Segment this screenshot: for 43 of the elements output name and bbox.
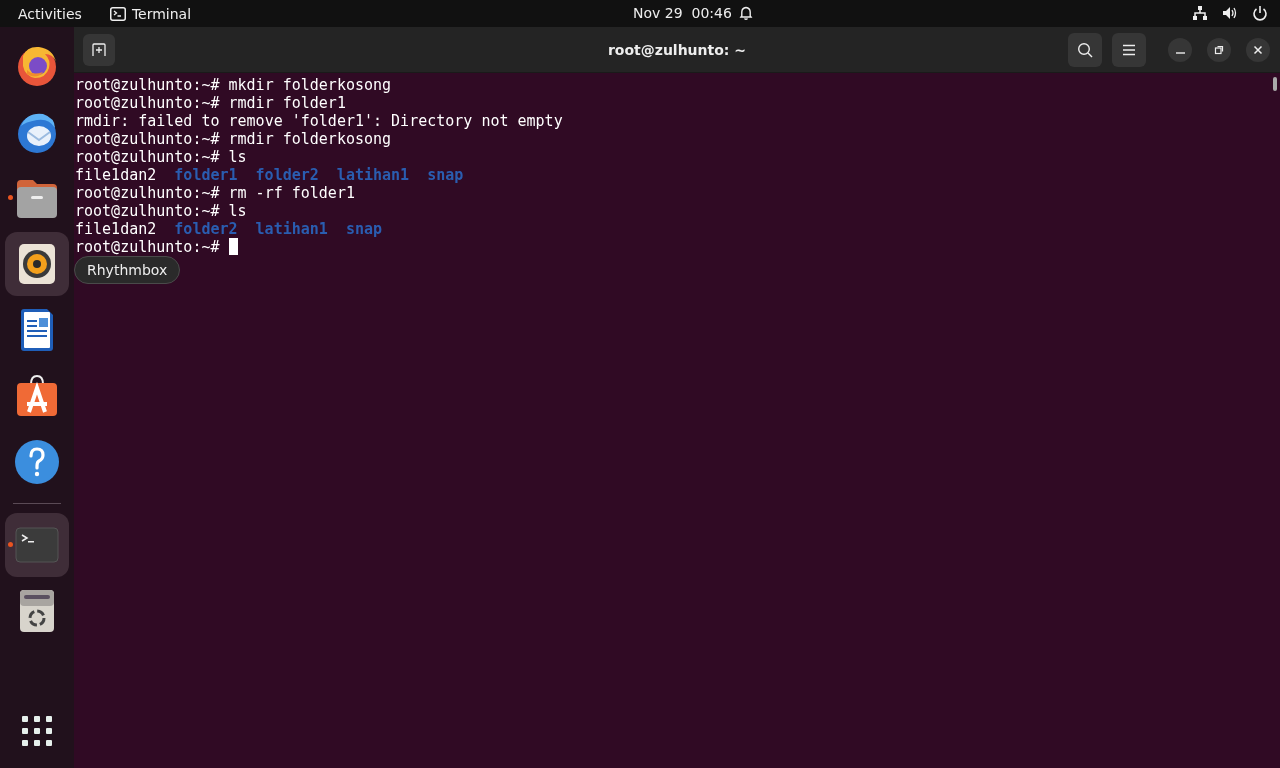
close-icon xyxy=(1253,44,1263,55)
dock-item[interactable] xyxy=(5,232,69,296)
terminal-line: rmdir: failed to remove 'folder1': Directory not empty xyxy=(75,112,563,130)
app-grid-icon[interactable] xyxy=(22,716,52,746)
terminal-line: root@zulhunto:~# rmdir folderkosong xyxy=(75,130,392,148)
directory-name: folder1 xyxy=(174,166,238,184)
restore-icon xyxy=(1214,44,1224,55)
minimize-icon xyxy=(1175,51,1185,54)
power-icon[interactable] xyxy=(1252,5,1268,21)
window-title: root@zulhunto: ~ xyxy=(607,41,747,58)
directory-name: snap xyxy=(427,166,464,184)
close-button[interactable] xyxy=(1246,37,1270,62)
menu-icon xyxy=(1122,43,1136,56)
directory-name: folder2 xyxy=(174,220,238,238)
activities-button[interactable]: Activities xyxy=(10,3,90,24)
search-button[interactable] xyxy=(1068,32,1102,67)
search-icon xyxy=(1077,41,1093,58)
app-menu[interactable]: Terminal xyxy=(109,5,192,22)
tooltip: Rhythmbox xyxy=(74,256,181,284)
terminal-line: root@zulhunto:~# rmdir folder1 xyxy=(75,94,346,112)
new-tab-icon xyxy=(91,41,107,58)
directory-name: latihan1 xyxy=(255,220,328,238)
restore-button[interactable] xyxy=(1207,37,1231,62)
file-name: file1dan2 xyxy=(75,166,157,184)
terminal-icon xyxy=(109,6,126,21)
new-tab-button[interactable] xyxy=(83,33,115,66)
minimize-button[interactable] xyxy=(1168,37,1192,62)
directory-name: folder2 xyxy=(255,166,319,184)
network-icon[interactable] xyxy=(1192,5,1208,21)
directory-name: latihan1 xyxy=(336,166,410,184)
clock[interactable]: Nov 29 00:46 xyxy=(633,5,732,21)
directory-name: snap xyxy=(345,220,382,238)
help-icon xyxy=(13,438,61,486)
terminal-line: root@zulhunto:~# rm -rf folder1 xyxy=(75,184,355,202)
file-name: file1dan2 xyxy=(75,220,157,238)
terminal-line: root@zulhunto:~# ls xyxy=(75,202,247,220)
terminal-line: root@zulhunto:~# mkdir folderkosong xyxy=(75,76,392,94)
volume-icon[interactable] xyxy=(1222,5,1238,21)
terminal-line: root@zulhunto:~# ls xyxy=(75,148,247,166)
menu-button[interactable] xyxy=(1112,32,1146,67)
bell-icon[interactable] xyxy=(738,5,754,21)
scrollbar[interactable] xyxy=(1273,77,1277,91)
terminal-line: root@zulhunto:~# xyxy=(75,238,220,256)
